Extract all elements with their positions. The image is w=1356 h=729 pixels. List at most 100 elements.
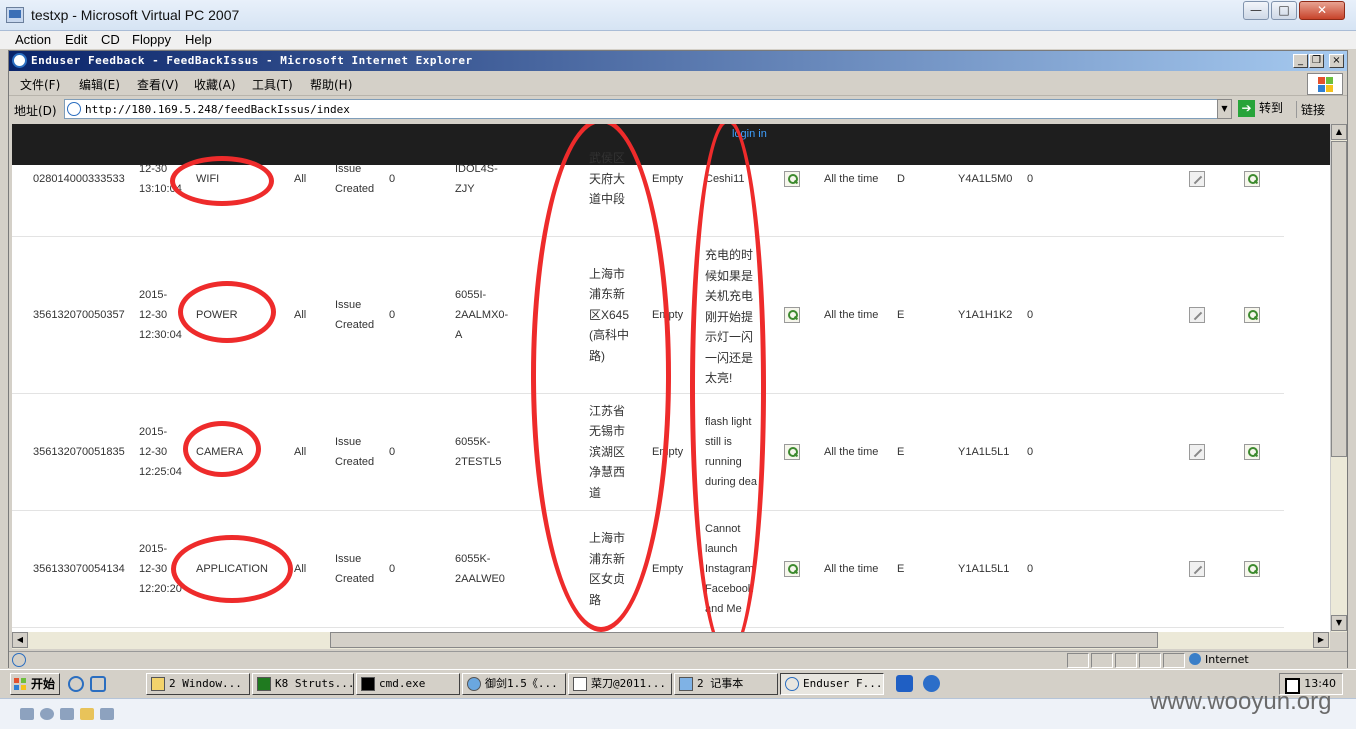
category-cell: WIFI [196,173,220,185]
start-button[interactable]: 开始 [10,673,60,695]
version-cell: Y1A1H1K2 [958,309,1013,321]
view-detail-icon[interactable] [784,444,800,460]
close-button[interactable]: ✕ [1299,1,1345,20]
ie-restore-button[interactable]: ❐ [1309,54,1324,68]
category-cell: APPLICATION [196,563,268,575]
category-cell: POWER [196,309,238,321]
ie-statusbar: Internet [9,651,1347,668]
tray-app-icon[interactable] [896,675,913,692]
horizontal-scroll-thumb[interactable] [330,632,1158,648]
address-dropdown-icon[interactable]: ▼ [1217,99,1232,119]
ie-menu-favorites[interactable]: 收藏(A) [194,76,236,93]
grade-cell: E [897,563,905,575]
date-cell: 2015- 12-30 12:20:20 [139,543,182,595]
virtual-pc-icon [6,7,24,23]
scroll-left-icon[interactable]: ◀ [12,632,28,648]
frequency-cell: All the time [824,309,879,321]
view-detail-icon[interactable] [784,307,800,323]
version-cell: Y1A1L5L1 [958,563,1010,575]
vpc-window-title: testxp - Microsoft Virtual PC 2007 [31,7,240,23]
edit-icon[interactable] [1189,561,1205,577]
table-row: 356133070054134 2015- 12-30 12:20:20 APPLI… [12,511,1284,628]
search-icon[interactable] [1244,444,1260,460]
imei-cell: 356132070050357 [33,309,125,321]
address-cell: 上海市 浦东新 区女贞 路 [589,531,626,607]
address-cell: 上海市 浦东新 区X645 (高科中 路) [589,266,630,363]
ie-close-button[interactable]: × [1329,54,1344,68]
ie-menu-edit[interactable]: 编辑(E) [79,76,120,93]
task-caidao[interactable]: 菜刀@2011... [568,673,672,695]
floppy-icon [60,708,74,720]
vpc-titlebar: testxp - Microsoft Virtual PC 2007 — □ ✕ [0,0,1356,31]
page-header: login in [12,124,1330,165]
vertical-scroll-thumb[interactable] [1331,141,1347,457]
ie-menu-tools[interactable]: 工具(T) [252,76,293,93]
ie-window-title: Enduser Feedback - FeedBackIssus - Micro… [31,54,473,67]
help-icon[interactable] [923,675,940,692]
ie-quicklaunch-icon[interactable] [68,676,84,692]
links-button[interactable]: 链接 [1296,101,1325,118]
count-cell: 0 [389,563,396,575]
menu-help[interactable]: Help [185,32,212,47]
task-enduser-feedback[interactable]: Enduser F... [780,673,884,695]
menu-edit[interactable]: Edit [65,32,87,47]
folder-icon [151,677,165,691]
scope-cell: All [294,173,307,185]
task-cmd[interactable]: cmd.exe [356,673,460,695]
view-detail-icon[interactable] [784,561,800,577]
menu-action[interactable]: Action [15,32,51,47]
count-cell: 0 [389,446,396,458]
view-detail-icon[interactable] [784,171,800,187]
scroll-right-icon[interactable]: ▶ [1313,632,1329,648]
ie-menu-view[interactable]: 查看(V) [137,76,179,93]
address-cell: 武侯区 天府大 道中段 [589,151,626,207]
table-row: 028014000333533 12-30 13:10:04 WIFI All Issu… [12,151,1284,237]
edit-icon[interactable] [1189,307,1205,323]
ie-icon [12,53,27,68]
email-cell: Empty [652,309,684,321]
menu-cd[interactable]: CD [101,32,120,47]
scroll-up-icon[interactable]: ▲ [1331,124,1347,140]
login-link[interactable]: login in [732,128,767,140]
version-cell: Y1A1L5L1 [958,446,1010,458]
scroll-down-icon[interactable]: ▼ [1331,615,1347,631]
vertical-scrollbar[interactable]: ▲ ▼ [1330,124,1347,632]
count-cell: 0 [389,173,396,185]
url-input[interactable] [85,101,1205,117]
go-button[interactable]: ➔ 转到 [1238,99,1290,119]
maximize-button[interactable]: □ [1271,1,1297,20]
page-icon [67,102,81,116]
status-cell: Issue Created [335,299,375,331]
app-icon [257,677,271,691]
grade-cell: D [897,173,905,185]
search-icon[interactable] [1244,307,1260,323]
task-notepad[interactable]: 2 记事本 [674,673,778,695]
ie-minimize-button[interactable]: _ [1293,54,1308,68]
scope-cell: All [294,563,307,575]
task-windows-folder[interactable]: 2 Window... [146,673,250,695]
minimize-button[interactable]: — [1243,1,1269,20]
horizontal-scrollbar[interactable]: ◀ ▶ [12,632,1330,649]
flag-cell: 0 [1027,446,1034,458]
security-zone: Internet [1189,653,1249,666]
vpc-menubar: Action Edit CD Floppy Help [0,31,1356,49]
frequency-cell: All the time [824,173,879,185]
ie-menubar: 文件(F) 编辑(E) 查看(V) 收藏(A) 工具(T) 帮助(H) [9,72,1347,96]
search-icon[interactable] [1244,561,1260,577]
task-k8-struts[interactable]: K8 Struts... [252,673,354,695]
edit-icon[interactable] [1189,171,1205,187]
quicklaunch-icon[interactable] [90,676,106,692]
search-icon[interactable] [1244,171,1260,187]
scope-cell: All [294,309,307,321]
task-yujian[interactable]: 御剑1.5《... [462,673,566,695]
ie-menu-file[interactable]: 文件(F) [20,76,60,93]
menu-floppy[interactable]: Floppy [132,32,171,47]
ie-menu-help[interactable]: 帮助(H) [310,76,352,93]
address-field[interactable] [64,99,1232,119]
email-cell: Empty [652,563,684,575]
cmd-icon [361,677,375,691]
windows-logo-icon [1307,73,1343,95]
ie-titlebar: Enduser Feedback - FeedBackIssus - Micro… [9,51,1347,71]
edit-icon[interactable] [1189,444,1205,460]
status-segment [1115,653,1137,668]
